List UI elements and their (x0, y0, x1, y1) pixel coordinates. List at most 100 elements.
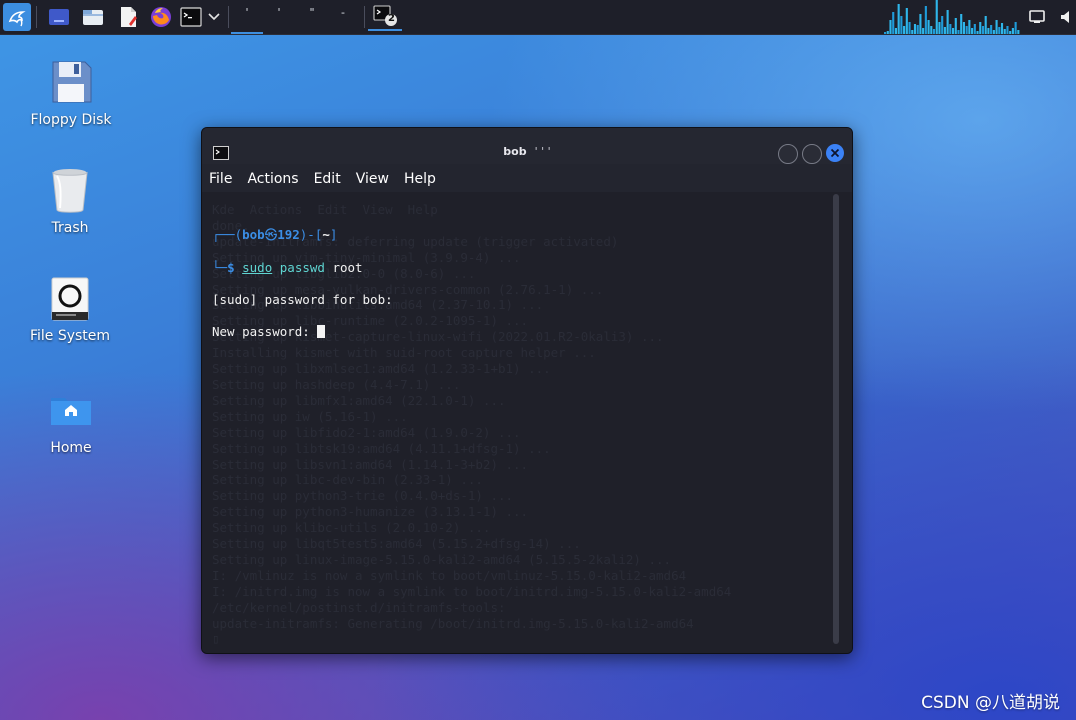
display-icon[interactable] (1026, 3, 1048, 31)
cpu-graph-bar (1006, 26, 1009, 34)
chevron-down-icon[interactable] (205, 3, 223, 31)
file-manager-icon[interactable] (80, 3, 106, 31)
cpu-graph-bar (990, 25, 993, 34)
command-sudo: sudo (242, 259, 273, 275)
task-count-badge: 2 (388, 13, 395, 24)
cpu-graph-bar (930, 26, 933, 34)
kali-dragon-icon[interactable] (3, 3, 31, 31)
desktop-icon-label: Floppy Disk (30, 112, 112, 128)
prompt-lead: └─ (212, 259, 228, 275)
cpu-graph-bar (981, 26, 985, 34)
cpu-graph-bar (924, 6, 927, 34)
cpu-graph-bar (971, 28, 974, 34)
prompt-host: 192 (277, 227, 300, 243)
terminal-icon[interactable] (179, 3, 203, 31)
show-desktop-icon[interactable] (46, 3, 72, 31)
cpu-graph-bar (995, 20, 998, 34)
cpu-graph-bar (922, 28, 925, 34)
terminal-scrollbar[interactable] (833, 194, 839, 644)
desktop: ' ' " - 2 Floppy Disk Trash File System … (0, 0, 1076, 720)
terminal-titlebar[interactable]: bob ' ' ' (202, 128, 852, 164)
terminal-task-button[interactable]: 2 (368, 0, 402, 31)
desktop-icon-home[interactable]: Home (16, 386, 126, 456)
panel-separator (36, 6, 37, 28)
cpu-graph-bar (889, 20, 892, 34)
workspace-3[interactable]: " (296, 0, 328, 34)
cpu-graph-bar (962, 22, 965, 34)
prompt-line-1: ┌──(bob㉿192)-[~] (212, 227, 393, 243)
volume-icon[interactable] (1058, 3, 1076, 31)
firefox-icon[interactable] (148, 3, 174, 31)
cpu-graph-bar (900, 16, 903, 34)
maximize-button[interactable] (802, 144, 822, 164)
workspace-2[interactable]: ' (263, 0, 295, 34)
desktop-icon-label: File System (29, 328, 111, 344)
menu-view[interactable]: View (349, 166, 397, 192)
cpu-graph-bar (894, 28, 897, 34)
terminal-menubar: File Actions Edit View Help (202, 166, 852, 192)
workspace-4[interactable]: - (327, 0, 359, 34)
desktop-icon-label: Home (50, 440, 92, 456)
cpu-graph-bar (1000, 23, 1004, 34)
prompt-line-2: └─$ sudo passwd root (212, 260, 393, 276)
close-button[interactable] (826, 144, 844, 162)
text-editor-icon[interactable] (115, 3, 141, 31)
command-passwd: passwd (279, 259, 325, 275)
cpu-graph-bar (886, 31, 889, 34)
cpu-graph-bar (952, 28, 955, 34)
workspace-1[interactable]: ' (231, 0, 263, 34)
cpu-graph-bar (938, 22, 941, 34)
cpu-graph-bar (984, 16, 987, 34)
prompt-close: ] (329, 227, 338, 243)
cpu-graph-bar (957, 30, 960, 34)
window-title-suffix: ' ' ' (534, 145, 551, 158)
cpu-graph-bar (943, 27, 946, 34)
cpu-graph (884, 0, 1020, 34)
menu-edit[interactable]: Edit (307, 166, 349, 192)
terminal-content[interactable]: Kde Actions Edit View Help done. update-… (202, 192, 852, 653)
text-cursor (317, 325, 326, 339)
cpu-graph-bar (979, 22, 982, 34)
panel-separator (364, 6, 365, 28)
cpu-graph-bar (913, 24, 917, 34)
cpu-graph-bar (903, 26, 906, 34)
cpu-graph-bar (897, 4, 900, 34)
panel-separator (228, 6, 229, 28)
cpu-graph-bar (1014, 22, 1017, 34)
desktop-icon-file-system[interactable]: File System (15, 274, 125, 344)
cpu-graph-bar (916, 25, 919, 34)
minimize-button[interactable] (778, 144, 798, 164)
menu-help[interactable]: Help (397, 166, 444, 192)
menu-file[interactable]: File (202, 166, 240, 192)
prompt-open: ┌──( (212, 227, 243, 243)
prompt-dir: ~ (322, 227, 330, 243)
cpu-graph-bar (908, 22, 911, 34)
cpu-graph-bar (949, 24, 952, 34)
cpu-graph-bar (905, 8, 908, 34)
window-title: bob ' ' ' (202, 145, 852, 158)
floppy-disk-icon (49, 58, 93, 106)
cpu-graph-bar (973, 24, 976, 34)
menu-actions[interactable]: Actions (240, 166, 306, 192)
terminal-window[interactable]: bob ' ' ' File Actions Edit View Help Kde… (201, 127, 853, 654)
cpu-graph-bar (1011, 28, 1014, 34)
prompt-mid: )-[ (299, 227, 323, 243)
cpu-graph-bar (919, 14, 922, 34)
cpu-graph-bar (998, 27, 1001, 34)
top-panel: ' ' " - 2 (0, 0, 1076, 35)
cpu-graph-bar (935, 0, 938, 34)
home-folder-icon (49, 386, 93, 434)
watermark: CSDN @八道胡说 (921, 693, 1060, 713)
cpu-graph-bar (965, 26, 968, 34)
desktop-icon-floppy-disk[interactable]: Floppy Disk (16, 58, 126, 128)
cpu-graph-bar (976, 31, 979, 34)
prompt-at: ㉿ (264, 227, 278, 243)
desktop-icon-trash[interactable]: Trash (15, 166, 125, 236)
prompt-dollar: $ (227, 259, 235, 275)
command-arg-root: root (332, 259, 363, 275)
cpu-graph-bar (884, 32, 887, 34)
cpu-graph-bar (1009, 31, 1012, 34)
password-line: New password: (212, 324, 393, 340)
password-prompt: New password: (212, 324, 318, 340)
cpu-graph-bar (954, 18, 957, 34)
